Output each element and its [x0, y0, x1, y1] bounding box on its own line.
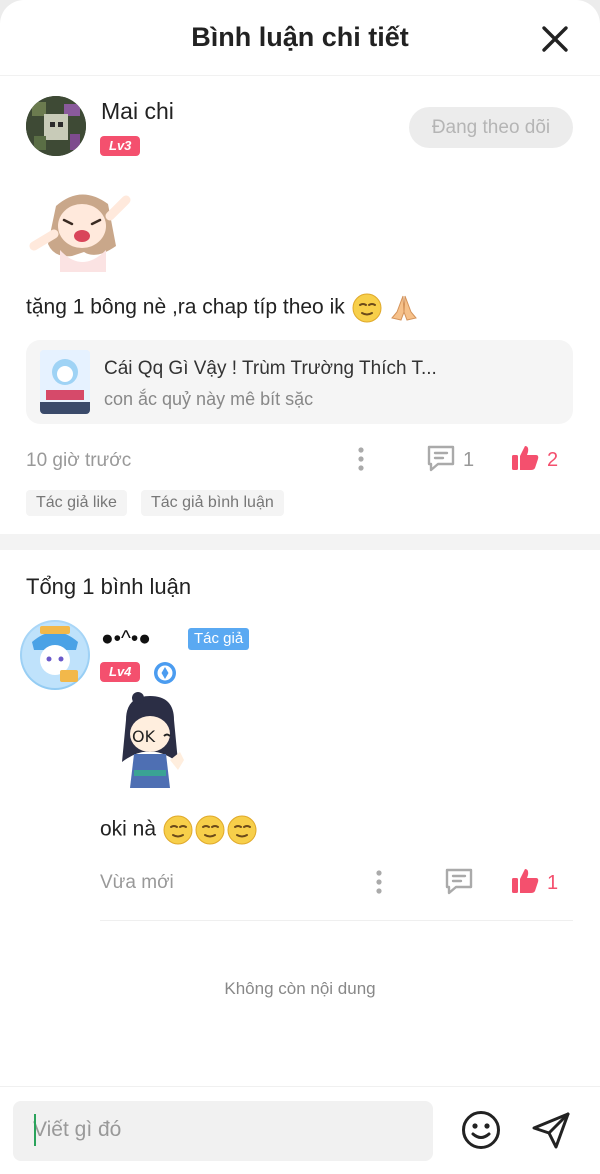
story-thumbnail: [40, 350, 90, 414]
post-text-content: tặng 1 bông nè ,ra chap típ theo ik: [26, 295, 345, 319]
story-title: Cái Qq Gì Vậy ! Trùm Trường Thích T...: [104, 358, 437, 379]
emoji-sticker-icon: [195, 815, 225, 845]
post-like-count: 2: [547, 449, 559, 471]
header: Bình luận chi tiết: [0, 0, 600, 76]
comment-like-count: 1: [547, 872, 559, 894]
sticker-image: OK: [108, 690, 192, 796]
emoji-sticker-icon: [227, 815, 257, 845]
comment-input-placeholder: Viết gì đó: [33, 1118, 122, 1141]
text-cursor: [34, 1114, 36, 1146]
tag-author-comment: Tác giả bình luận: [141, 490, 284, 516]
emoji-sticker-icon: [163, 815, 193, 845]
level-badge: Lv3: [100, 136, 141, 156]
post-username[interactable]: Mai chi: [101, 98, 174, 125]
comment-text: oki nà: [100, 814, 258, 846]
more-vertical-icon[interactable]: [374, 869, 384, 895]
verified-icon: [154, 662, 176, 684]
comment-text-content: oki nà: [100, 817, 157, 841]
comment-input[interactable]: Viết gì đó: [13, 1101, 433, 1161]
tag-author-like: Tác giả like: [26, 490, 127, 516]
comment-detail-sheet: Bình luận chi tiết Mai chi Lv3 Đang theo…: [0, 0, 600, 1174]
reply-icon[interactable]: [444, 867, 474, 895]
story-card[interactable]: Cái Qq Gì Vậy ! Trùm Trường Thích T... c…: [26, 340, 573, 424]
thumbs-up-icon[interactable]: [510, 867, 540, 895]
post-comment-count: 1: [463, 449, 475, 471]
send-icon[interactable]: [530, 1109, 572, 1151]
more-vertical-icon[interactable]: [356, 446, 366, 472]
author-badge: Tác giả: [188, 628, 250, 650]
comment-divider: [100, 920, 573, 921]
comment-time: Vừa mới: [100, 872, 174, 893]
close-button[interactable]: [540, 24, 570, 54]
commenter-avatar[interactable]: [20, 620, 90, 690]
story-subtitle: con ắc quỷ này mê bít sặc: [104, 389, 314, 409]
smiley-icon[interactable]: [460, 1109, 502, 1151]
following-button[interactable]: Đang theo dõi: [409, 107, 573, 148]
commenter-name[interactable]: ●•^•●: [101, 627, 151, 651]
post-text: tặng 1 bông nè ,ra chap típ theo ik: [26, 292, 420, 324]
user-avatar[interactable]: [26, 96, 86, 156]
comment-composer: Viết gì đó: [0, 1086, 600, 1174]
post-time: 10 giờ trước: [26, 450, 132, 471]
avatar-image: [26, 96, 86, 156]
svg-text:OK: OK: [132, 727, 156, 746]
page-title: Bình luận chi tiết: [191, 22, 409, 52]
praying-hands-icon: [391, 295, 418, 321]
section-divider: [0, 534, 600, 550]
thumbs-up-icon[interactable]: [510, 444, 540, 472]
no-more-content-label: Không còn nội dung: [224, 979, 376, 998]
sticker-image: [26, 186, 136, 274]
level-badge: Lv4: [100, 662, 141, 682]
total-comments-label: Tổng 1 bình luận: [26, 574, 192, 599]
close-icon: [542, 26, 568, 52]
emoji-sticker-icon: [352, 293, 382, 323]
comment-icon[interactable]: [426, 444, 456, 472]
